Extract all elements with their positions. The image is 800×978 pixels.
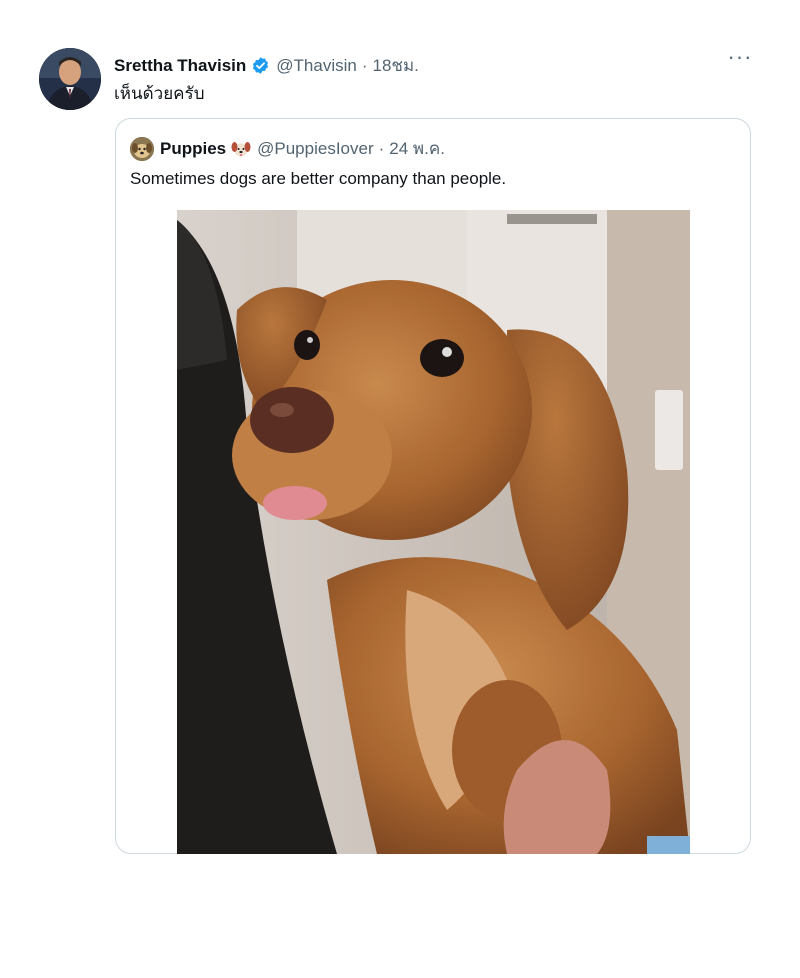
separator-dot: · [378,138,385,158]
more-options-icon[interactable]: ··· [727,46,753,72]
dog-face-icon [231,139,251,159]
author-avatar[interactable] [39,48,101,110]
tweet-header: Srettha Thavisin @Thavisin · 18ชม. [114,52,419,79]
verified-badge-icon [251,56,270,75]
quoted-author-name: Puppies [160,138,227,158]
quoted-tweet[interactable]: Puppies @PuppiesIover · 24 พ.ค. Sometime… [115,118,751,854]
quoted-author-avatar[interactable] [130,136,154,161]
separator-dot: · [361,55,368,75]
quoted-author-handle: @PuppiesIover [257,138,374,158]
quoted-tweet-header: Puppies @PuppiesIover · 24 พ.ค. [130,135,445,162]
author-name[interactable]: Srettha Thavisin [114,56,246,76]
author-handle[interactable]: @Thavisin [276,56,357,76]
tweet-timestamp[interactable]: 18ชม. [373,52,419,79]
tweet-text: เห็นด้วยครับ [114,84,205,103]
puppy-photo[interactable] [177,210,690,854]
tweet[interactable]: Srettha Thavisin @Thavisin · 18ชม. ··· เ… [0,0,800,978]
quoted-tweet-timestamp: 24 พ.ค. [389,139,445,158]
quoted-tweet-text: Sometimes dogs are better company than p… [130,169,507,188]
